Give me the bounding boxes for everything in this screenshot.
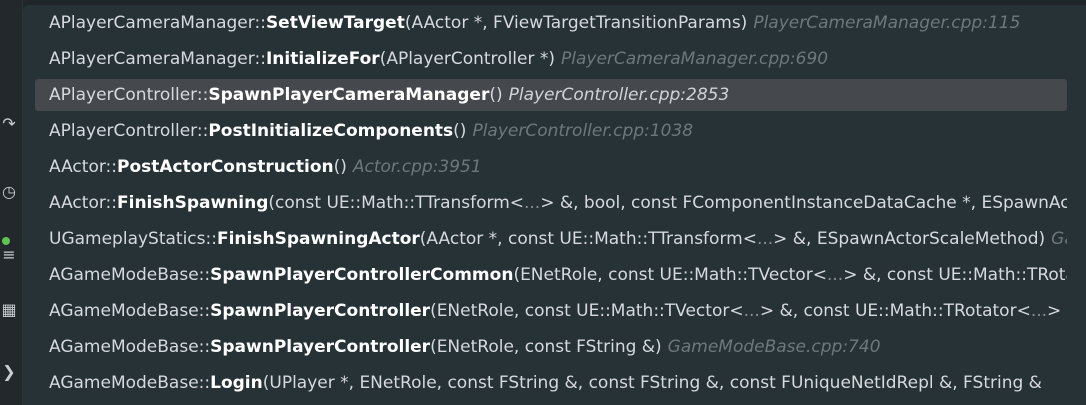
call-stack-list: APlayerCameraManager::SetViewTarget(AAct… — [23, 5, 1086, 405]
stack-frame[interactable]: UGameplayStatics::FinishSpawningActor(AA… — [35, 223, 1067, 255]
template-ellipsis[interactable]: ... — [1031, 301, 1047, 321]
run-icon[interactable]: ↷ — [0, 112, 18, 136]
frame-args: (UPlayer *, ENetRole, const FString &, c… — [262, 373, 1042, 393]
frame-function: SpawnPlayerController — [210, 301, 431, 321]
stack-frame[interactable]: AGameModeBase::Login(UPlayer *, ENetRole… — [35, 367, 1067, 399]
frame-class: AGameModeBase — [49, 301, 199, 321]
tool-gutter: ↷ ◷ ≡ ▦ ❯ — [0, 0, 23, 405]
frame-separator: :: — [205, 229, 217, 249]
frame-args: (ENetRole, const FString &) — [430, 337, 662, 357]
frame-args: (ENetRole, const UE::Math::TVector< — [513, 265, 827, 285]
frame-separator: :: — [105, 193, 118, 213]
template-ellipsis[interactable]: ... — [827, 265, 843, 285]
frame-location[interactable]: PlayerCameraManager.cpp:115 — [753, 13, 1020, 33]
frame-args: () — [333, 157, 347, 177]
code-icon[interactable]: ❯ — [0, 360, 18, 384]
frame-class: APlayerCameraManager — [49, 49, 255, 69]
stack-frame[interactable]: APlayerCameraManager::InitializeFor(APla… — [35, 43, 1067, 75]
stack-frame[interactable]: AActor::FinishSpawning(const UE::Math::T… — [35, 187, 1067, 219]
frame-separator: :: — [196, 121, 209, 141]
frame-separator: :: — [198, 373, 211, 393]
frame-args: (APlayerController *) — [379, 49, 556, 69]
frame-class: APlayerController — [49, 121, 197, 141]
frame-args: (AActor *, FViewTargetTransitionParams) — [404, 13, 748, 33]
stack-frame[interactable]: APlayerController::PostInitializeCompone… — [35, 115, 1067, 147]
frame-args: (const UE::Math::TTransform< — [268, 193, 524, 213]
frame-separator: :: — [254, 49, 266, 69]
frame-args: > &, const UE::Math::TRotator< — [759, 301, 1031, 321]
stack-frame[interactable]: AGameModeBase::SpawnPlayerControllerComm… — [35, 259, 1067, 291]
frame-separator: :: — [196, 85, 209, 105]
frame-function: Login — [210, 373, 263, 393]
frame-class: AActor — [49, 157, 106, 177]
frame-function: SetViewTarget — [265, 13, 405, 33]
frame-location[interactable]: PlayerController.cpp:1038 — [472, 121, 693, 141]
stack-frame[interactable]: AGameModeBase::SpawnPlayerController(ENe… — [35, 331, 1067, 363]
frame-args: > &, bool, const FComponentInstanceDataC… — [540, 193, 1067, 213]
frame-class: AActor — [49, 193, 106, 213]
template-ellipsis[interactable]: ... — [744, 301, 760, 321]
stack-frame[interactable]: AActor::PostActorConstruction() Actor.cpp… — [35, 151, 1067, 183]
frame-class: APlayerCameraManager — [49, 13, 255, 33]
frame-separator: :: — [198, 301, 211, 321]
frame-separator: :: — [105, 157, 118, 177]
frame-function: SpawnPlayerCameraManager — [208, 85, 490, 105]
frame-function: InitializeFor — [265, 49, 380, 69]
frame-class: UGameplayStatics — [49, 229, 206, 249]
frame-location[interactable]: GameModeBase.cpp:740 — [668, 337, 881, 357]
frame-function: PostInitializeComponents — [208, 121, 454, 141]
frame-args: > &, ESpawnActorScaleMethod) — [773, 229, 1046, 249]
stack-frame[interactable]: AGameModeBase::SpawnPlayerController(ENe… — [35, 295, 1067, 327]
frame-location[interactable]: PlayerCameraManager.cpp:690 — [561, 49, 828, 69]
frame-args: > &, const UE::Math::TRotat — [843, 265, 1067, 285]
frame-separator: :: — [198, 337, 211, 357]
frame-separator: :: — [254, 13, 266, 33]
stack-frame-selected[interactable]: APlayerController::SpawnPlayerCameraMana… — [35, 79, 1067, 111]
frame-location[interactable]: PlayerController.cpp:2853 — [509, 85, 730, 105]
frame-class: AGameModeBase — [49, 373, 199, 393]
build-icon[interactable]: ▦ — [0, 298, 18, 322]
template-ellipsis[interactable]: ... — [524, 193, 540, 213]
frame-class: APlayerController — [49, 85, 197, 105]
frame-function: SpawnPlayerControllerCommon — [210, 265, 514, 285]
frame-function: PostActorConstruction — [117, 157, 334, 177]
frame-args: (ENetRole, const UE::Math::TVector< — [430, 301, 744, 321]
frame-separator: :: — [198, 265, 211, 285]
frame-function: FinishSpawning — [117, 193, 269, 213]
frame-args: (AActor *, const UE::Math::TTransform< — [419, 229, 757, 249]
debug-icon[interactable]: ◷ — [0, 180, 18, 204]
frame-location[interactable]: Actor.cpp:3951 — [353, 157, 482, 177]
frame-args: () — [489, 85, 503, 105]
frame-function: FinishSpawningActor — [216, 229, 420, 249]
frame-args: > & — [1047, 301, 1067, 321]
frame-args: () — [453, 121, 467, 141]
frame-class: AGameModeBase — [49, 337, 199, 357]
frame-class: AGameModeBase — [49, 265, 199, 285]
test-icon[interactable]: ≡ — [0, 243, 18, 267]
frame-location[interactable]: Ga — [1051, 229, 1067, 249]
frame-function: SpawnPlayerController — [210, 337, 431, 357]
template-ellipsis[interactable]: ... — [757, 229, 773, 249]
stack-frame[interactable]: APlayerCameraManager::SetViewTarget(AAct… — [35, 7, 1067, 39]
